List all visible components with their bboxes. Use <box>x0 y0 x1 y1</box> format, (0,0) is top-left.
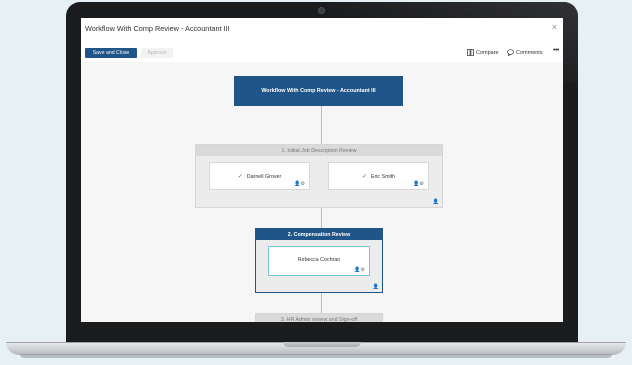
reviewer-row: ✓ Darnell Grover <box>210 173 309 180</box>
title-bar: Workflow With Comp Review - Accountant I… <box>81 18 563 40</box>
laptop-mockup: Workflow With Comp Review - Accountant I… <box>0 0 632 365</box>
workflow-header: Workflow With Comp Review - Accountant I… <box>234 76 403 106</box>
laptop-notch <box>283 342 361 347</box>
workflow-canvas: Workflow With Comp Review - Accountant I… <box>81 62 563 322</box>
person-add-icon[interactable]: 👤⚙ <box>294 181 305 187</box>
connector-line <box>321 106 322 144</box>
person-add-icon[interactable]: 👤⚙ <box>413 181 424 187</box>
stage-label: 1. Initial Job Description Review <box>196 145 442 156</box>
toolbar: Save and Close Approve Compare Comments … <box>81 47 563 60</box>
stage-person-add-icon[interactable]: 👤 <box>433 199 439 205</box>
comment-icon <box>507 49 514 56</box>
compare-label: Compare <box>476 49 499 56</box>
connector-line <box>321 293 322 313</box>
laptop-screen: Workflow With Comp Review - Accountant I… <box>81 18 563 322</box>
stage-initial-review: 1. Initial Job Description Review ✓ Darne… <box>195 144 443 208</box>
camera-icon <box>318 7 325 14</box>
check-icon: ✓ <box>361 174 367 180</box>
window-title: Workflow With Comp Review - Accountant I… <box>85 24 230 33</box>
stage-label: 3. HR Admin review and Sign-off <box>256 314 382 322</box>
stage-compensation-review: 2. Compensation Review Rebecca Cochran 👤… <box>255 228 383 293</box>
check-icon: ✓ <box>237 174 243 180</box>
reviewer-row: ✓ Eric Smith <box>329 173 428 180</box>
reviewer-name: Darnell Grover <box>246 174 282 180</box>
stage-hr-signoff: 3. HR Admin review and Sign-off <box>255 313 383 322</box>
reviewer-card[interactable]: Rebecca Cochran 👤⚙ <box>268 246 370 276</box>
reviewer-card[interactable]: ✓ Eric Smith 👤⚙ <box>328 162 429 190</box>
close-icon[interactable]: × <box>552 22 557 32</box>
comments-button[interactable]: Comments <box>507 49 543 56</box>
more-options-icon[interactable]: ••• <box>553 47 559 54</box>
approve-button[interactable]: Approve <box>141 48 173 58</box>
reviewer-name: Eric Smith <box>370 174 396 180</box>
save-and-close-button[interactable]: Save and Close <box>85 48 137 58</box>
person-add-icon[interactable]: 👤⚙ <box>354 267 365 273</box>
laptop-base-edge <box>20 354 612 358</box>
connector-line <box>321 208 322 228</box>
stage-person-add-icon[interactable]: 👤 <box>373 284 379 290</box>
reviewer-name: Rebecca Cochran <box>297 257 341 263</box>
compare-button[interactable]: Compare <box>467 49 499 56</box>
reviewer-card[interactable]: ✓ Darnell Grover 👤⚙ <box>209 162 310 190</box>
stage-label: 2. Compensation Review <box>256 229 382 240</box>
comments-label: Comments <box>516 49 543 56</box>
compare-icon <box>467 49 474 56</box>
